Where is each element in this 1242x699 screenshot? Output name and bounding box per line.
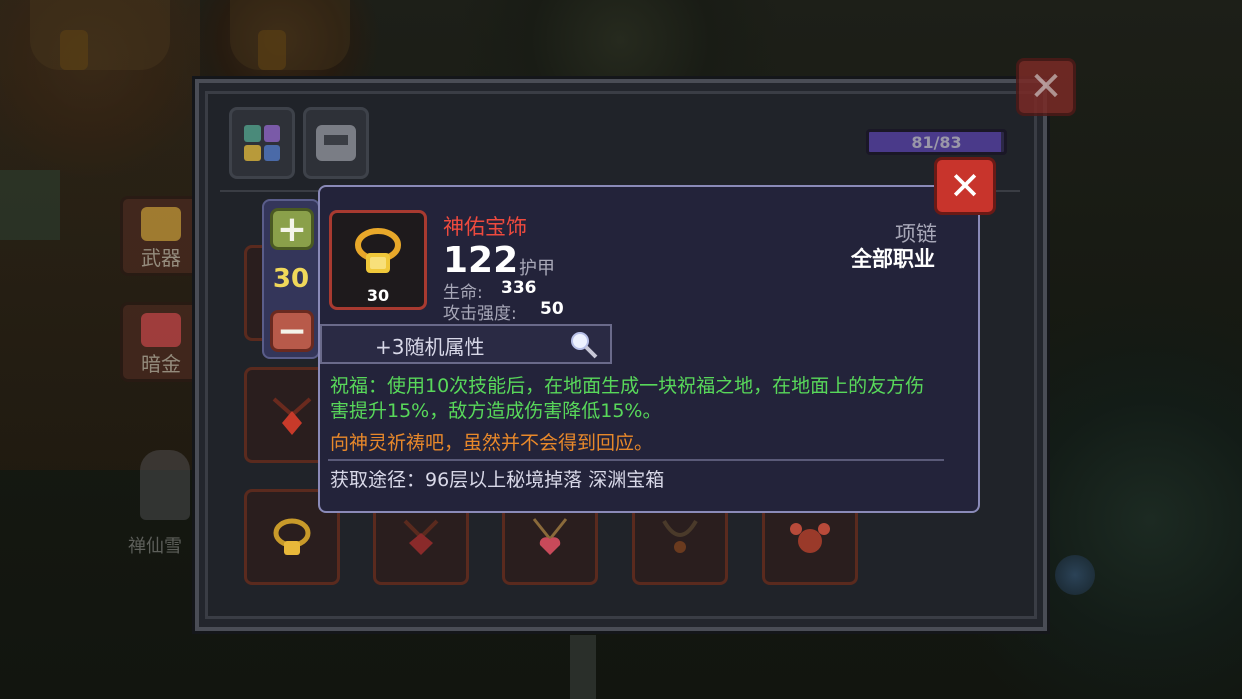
stat-value: 336 bbox=[501, 278, 537, 298]
background-roof bbox=[30, 0, 170, 70]
dark-gold-bag-icon bbox=[141, 313, 181, 347]
npc-name-label: 禅仙雪 bbox=[128, 536, 182, 557]
item-level: 30 bbox=[366, 286, 390, 305]
weapon-tag-icon bbox=[141, 207, 181, 241]
background-roof bbox=[230, 0, 350, 70]
plus-icon: + bbox=[276, 208, 308, 250]
category-dark-gold-button[interactable]: 暗金 bbox=[120, 302, 202, 382]
tooltip-close-button[interactable]: ✕ bbox=[934, 157, 996, 215]
tab-pets[interactable] bbox=[303, 107, 369, 179]
crab-amulet-icon bbox=[790, 523, 830, 553]
golden-ring-icon bbox=[273, 518, 311, 555]
item-class-restriction: 全部职业 bbox=[851, 247, 935, 271]
item-armor-value: 122 bbox=[443, 240, 519, 281]
background-lantern bbox=[258, 30, 286, 70]
golden-ring-icon bbox=[355, 228, 401, 273]
magnifier-icon[interactable] bbox=[569, 330, 599, 360]
robot-icon bbox=[316, 125, 356, 161]
quantity-value: 30 bbox=[272, 264, 310, 294]
increase-button[interactable]: + bbox=[270, 208, 314, 250]
tooltip-divider bbox=[328, 459, 944, 461]
grid-icon bbox=[244, 125, 280, 161]
flavor-text: 向神灵祈祷吧，虽然并不会得到回应。 bbox=[330, 432, 654, 454]
category-label: 暗金 bbox=[141, 352, 181, 376]
item-name: 神佑宝饰 bbox=[443, 215, 527, 239]
item-armor-label: 护甲 bbox=[519, 258, 555, 279]
background-banner bbox=[0, 170, 60, 240]
ruby-necklace-icon bbox=[403, 519, 439, 555]
inventory-capacity-bar: 81/83 bbox=[866, 129, 1007, 155]
category-label: 武器 bbox=[141, 246, 181, 270]
minus-icon: − bbox=[276, 310, 308, 352]
blessing-description: 祝福：使用10次技能后，在地面生成一块祝福之地，在地面上的友方伤害提升15%，敌… bbox=[330, 375, 925, 422]
item-source: 获取途径：96层以上秘境掉落 深渊宝箱 bbox=[330, 469, 665, 491]
background-lantern bbox=[60, 30, 88, 70]
capacity-text: 81/83 bbox=[911, 132, 962, 152]
stat-label: 攻击强度: bbox=[443, 304, 517, 324]
background-npc bbox=[140, 450, 190, 520]
category-weapons-button[interactable]: 武器 bbox=[120, 196, 202, 276]
heart-necklace-icon bbox=[532, 518, 568, 555]
random-attributes-label: +3随机属性 bbox=[375, 335, 485, 359]
background-orb bbox=[1055, 555, 1095, 595]
background-pole bbox=[570, 635, 596, 699]
panel-close-button[interactable]: ✕ bbox=[1016, 58, 1076, 116]
close-icon: ✕ bbox=[949, 164, 981, 208]
bead-necklace-icon bbox=[662, 519, 698, 553]
stat-value: 50 bbox=[540, 299, 564, 319]
close-icon: ✕ bbox=[1029, 64, 1063, 110]
item-icon-frame: 30 bbox=[329, 210, 427, 310]
amulet-red-icon bbox=[272, 397, 312, 435]
quantity-stepper: + 30 − bbox=[262, 199, 320, 359]
tab-all-items[interactable] bbox=[229, 107, 295, 179]
decrease-button[interactable]: − bbox=[270, 310, 314, 352]
